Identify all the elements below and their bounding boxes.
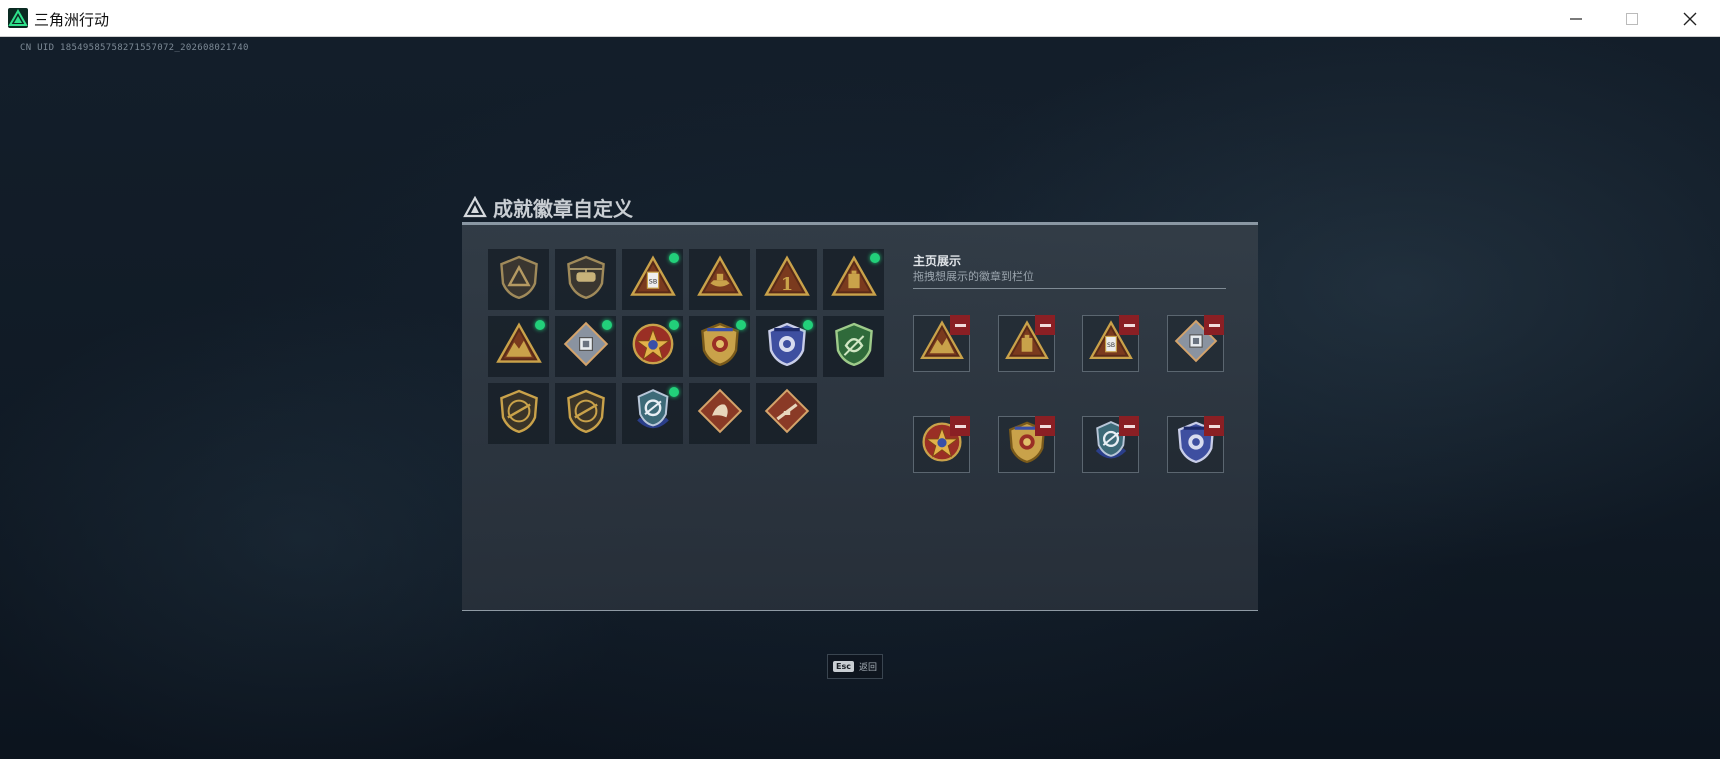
- badge-cell[interactable]: [689, 316, 750, 377]
- showcase-slot[interactable]: SB: [1082, 315, 1139, 372]
- remove-badge-button[interactable]: [1119, 315, 1139, 335]
- close-icon: [1683, 12, 1697, 25]
- badge-cell[interactable]: SB: [622, 249, 683, 310]
- badge-cell[interactable]: [555, 383, 616, 444]
- svg-text:SB: SB: [648, 277, 656, 285]
- delta-shield-badge-icon: [495, 253, 543, 306]
- back-label: 返回: [858, 663, 877, 673]
- remove-badge-button[interactable]: [1204, 315, 1224, 335]
- page-title: 成就徽章自定义: [493, 196, 633, 221]
- remove-badge-button[interactable]: [950, 416, 970, 436]
- panel-header: 成就徽章自定义: [463, 192, 633, 222]
- new-indicator-dot: [535, 320, 545, 330]
- showcase-slot[interactable]: [1167, 315, 1224, 372]
- minus-icon: [954, 424, 966, 428]
- minus-icon: [1039, 323, 1051, 327]
- badge-cell[interactable]: [622, 383, 683, 444]
- minus-icon: [1039, 424, 1051, 428]
- showcase-subtitle: 拖拽想展示的徽章到栏位: [913, 270, 1034, 283]
- back-button[interactable]: Esc 返回: [827, 654, 883, 679]
- close-button[interactable]: [1662, 0, 1718, 37]
- remove-badge-button[interactable]: [1204, 416, 1224, 436]
- green-shield-badge-icon: [830, 320, 878, 373]
- remove-badge-button[interactable]: [1035, 315, 1055, 335]
- minus-icon: [1208, 323, 1220, 327]
- badge-cell[interactable]: [689, 249, 750, 310]
- badge-cell[interactable]: [488, 249, 549, 310]
- badge-customize-panel: SB 1 主页展示 拖拽想展示的徽章到栏位 SB: [462, 222, 1258, 611]
- minus-icon: [954, 323, 966, 327]
- badge-cell[interactable]: [756, 316, 817, 377]
- showcase-slot[interactable]: [1082, 416, 1139, 473]
- minus-icon: [1123, 424, 1135, 428]
- minus-icon: [1208, 424, 1220, 428]
- boat-triangle-badge-icon: [696, 253, 744, 306]
- delta-logo-icon: [463, 196, 487, 218]
- new-indicator-dot: [669, 320, 679, 330]
- window-title: 三角洲行动: [34, 11, 110, 29]
- badge-cell[interactable]: 1: [756, 249, 817, 310]
- badge-cell[interactable]: [823, 316, 884, 377]
- maximize-button[interactable]: [1604, 0, 1660, 37]
- badge-cell[interactable]: [488, 316, 549, 377]
- maximize-icon: [1626, 12, 1638, 25]
- new-indicator-dot: [803, 320, 813, 330]
- showcase-slot[interactable]: [998, 416, 1055, 473]
- badge-cell[interactable]: [823, 249, 884, 310]
- number-one-triangle-badge-icon: 1: [763, 253, 811, 306]
- showcase-title: 主页展示: [913, 254, 962, 268]
- minimize-button[interactable]: [1548, 0, 1604, 37]
- new-indicator-dot: [870, 253, 880, 263]
- window-titlebar: 三角洲行动: [0, 0, 1720, 37]
- badge-cell[interactable]: [756, 383, 817, 444]
- badge-cell[interactable]: [555, 249, 616, 310]
- remove-badge-button[interactable]: [1119, 416, 1139, 436]
- eagle-diamond-badge-icon: [696, 387, 744, 440]
- divider: [913, 288, 1226, 289]
- badge-cell[interactable]: [488, 383, 549, 444]
- new-indicator-dot: [736, 320, 746, 330]
- remove-badge-button[interactable]: [950, 315, 970, 335]
- minimize-icon: [1570, 17, 1582, 20]
- rifle-shield-badge-2-icon: [562, 387, 610, 440]
- remove-badge-button[interactable]: [1035, 416, 1055, 436]
- game-viewport: CN UID 18549585758271557072_202608021740…: [0, 37, 1720, 759]
- minus-icon: [1123, 323, 1135, 327]
- showcase-slot[interactable]: [998, 315, 1055, 372]
- weapon-diamond-badge-icon: [763, 387, 811, 440]
- new-indicator-dot: [669, 387, 679, 397]
- helicopter-badge-icon: [562, 253, 610, 306]
- badge-cell[interactable]: [689, 383, 750, 444]
- showcase-slot[interactable]: [913, 315, 970, 372]
- new-indicator-dot: [669, 253, 679, 263]
- svg-text:SB: SB: [1106, 342, 1114, 349]
- showcase-slot[interactable]: [1167, 416, 1224, 473]
- badge-cell[interactable]: [622, 316, 683, 377]
- uid-label: CN UID 18549585758271557072_202608021740: [20, 43, 249, 53]
- badge-cell[interactable]: [555, 316, 616, 377]
- svg-text:1: 1: [780, 274, 792, 295]
- app-logo-icon: [8, 8, 28, 28]
- new-indicator-dot: [602, 320, 612, 330]
- rifle-shield-badge-icon: [495, 387, 543, 440]
- esc-key-label: Esc: [833, 661, 854, 672]
- showcase-slot[interactable]: [913, 416, 970, 473]
